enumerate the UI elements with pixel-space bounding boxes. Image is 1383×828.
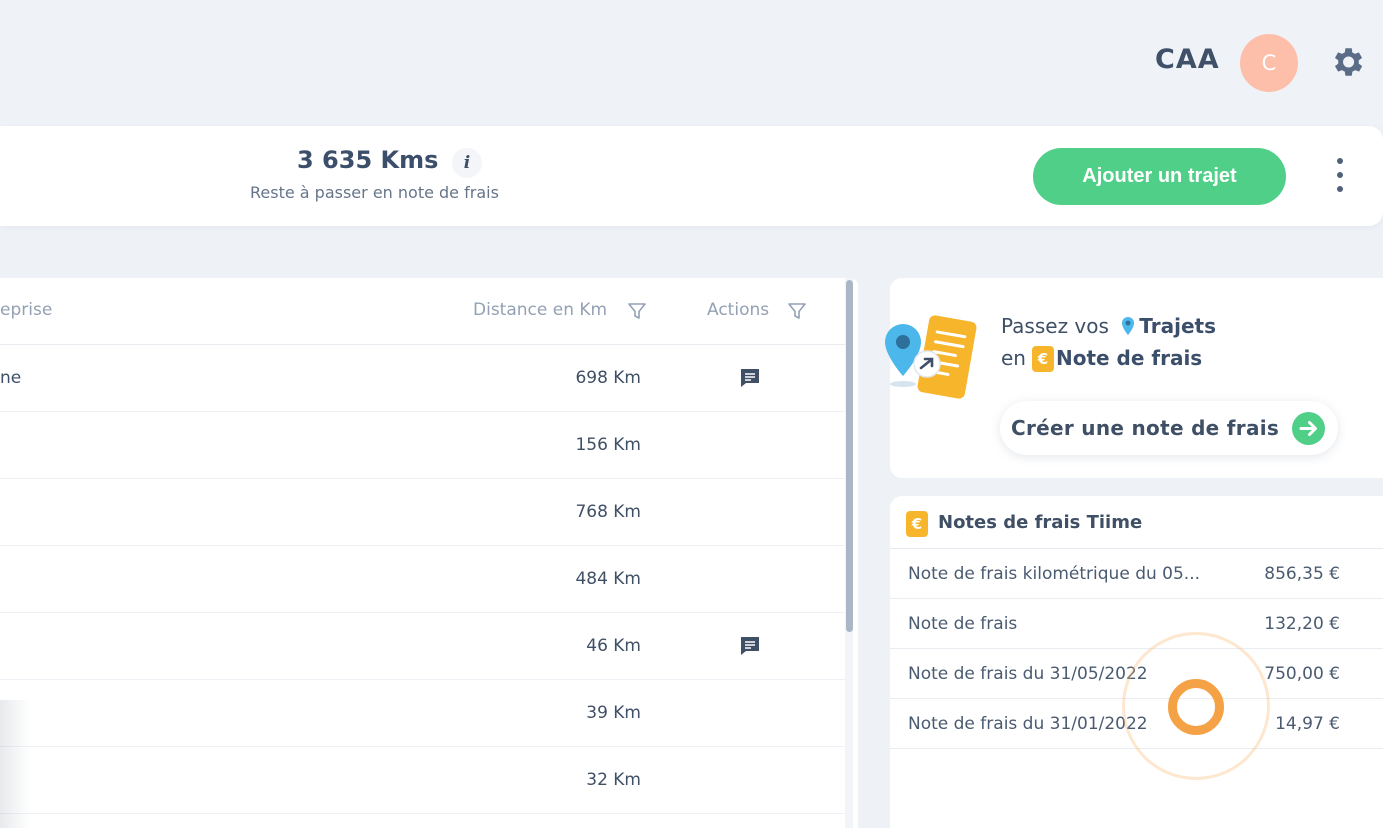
expense-promo-card: Passez vos Trajets en € Note de frais Crée… xyxy=(885,278,1383,478)
add-trip-button[interactable]: Ajouter un trajet xyxy=(1033,148,1286,205)
promo-line-2: en € Note de frais xyxy=(1001,346,1202,372)
column-header-company[interactable]: eprise xyxy=(0,300,52,320)
expense-notes-title: Notes de frais Tiime xyxy=(938,512,1143,533)
comment-icon[interactable] xyxy=(738,366,762,390)
promo-line-1: Passez vos Trajets xyxy=(1001,314,1216,338)
table-row[interactable]: 32 Km xyxy=(0,747,845,814)
gear-icon[interactable] xyxy=(1328,43,1366,81)
company-name[interactable]: CAA xyxy=(1155,44,1220,75)
expense-note-label: Note de frais kilométrique du 05... xyxy=(908,564,1201,584)
column-header-distance[interactable]: Distance en Km xyxy=(473,300,607,320)
row-distance: 46 Km xyxy=(586,636,641,656)
row-distance: 768 Km xyxy=(575,502,641,522)
row-company: ne xyxy=(0,368,22,388)
row-distance: 156 Km xyxy=(575,435,641,455)
location-pin-icon xyxy=(1122,317,1135,335)
promo-expense-label: Note de frais xyxy=(1055,346,1203,370)
table-row[interactable]: 768 Km xyxy=(0,479,845,546)
expense-note-row[interactable]: Note de frais kilométrique du 05... 856,… xyxy=(890,549,1383,599)
row-distance: 698 Km xyxy=(575,368,641,388)
table-row[interactable]: 156 Km xyxy=(0,412,845,479)
row-distance: 32 Km xyxy=(586,770,641,790)
scrollbar-thumb[interactable] xyxy=(846,280,853,632)
expense-note-amount: 856,35 € xyxy=(1264,564,1340,584)
remaining-kms-label: Reste à passer en note de frais xyxy=(250,183,499,202)
filter-icon[interactable] xyxy=(787,301,807,321)
create-expense-report-label: Créer une note de frais xyxy=(1011,416,1280,440)
row-distance: 39 Km xyxy=(586,703,641,723)
promo-text: en xyxy=(1001,346,1026,370)
trips-table: eprise Distance en Km Actions ne 698 Km … xyxy=(0,278,858,828)
table-row[interactable]: 46 Km xyxy=(0,613,845,680)
summary-bar: 3 635 Kms i Reste à passer en note de fr… xyxy=(0,126,1383,226)
expense-note-label: Note de frais xyxy=(908,614,1018,634)
filter-icon[interactable] xyxy=(627,301,647,321)
create-expense-report-button[interactable]: Créer une note de frais xyxy=(1000,401,1338,455)
table-row[interactable]: ne 698 Km xyxy=(0,345,845,412)
click-indicator-dot xyxy=(1168,679,1224,735)
user-avatar[interactable]: C xyxy=(1240,34,1298,92)
kebab-menu-icon[interactable] xyxy=(1328,154,1352,198)
arrow-right-icon xyxy=(1292,412,1325,445)
promo-text: Passez vos xyxy=(1001,314,1109,338)
expense-note-amount: 750,00 € xyxy=(1264,664,1340,684)
table-row[interactable]: 484 Km xyxy=(0,546,845,613)
top-header: CAA C xyxy=(0,0,1383,125)
euro-icon: € xyxy=(1031,346,1054,372)
comment-icon[interactable] xyxy=(738,634,762,658)
row-distance: 484 Km xyxy=(575,569,641,589)
remaining-kms: 3 635 Kms xyxy=(297,146,439,174)
receipt-illustration-icon xyxy=(885,315,977,399)
promo-trips-label: Trajets xyxy=(1139,314,1216,338)
table-row[interactable]: 39 Km xyxy=(0,680,845,747)
euro-icon: € xyxy=(906,511,928,537)
expense-note-amount: 14,97 € xyxy=(1275,714,1340,734)
expense-note-amount: 132,20 € xyxy=(1264,614,1340,634)
column-header-actions: Actions xyxy=(707,300,770,320)
info-button[interactable]: i xyxy=(452,148,482,178)
edge-shadow xyxy=(0,700,30,828)
expense-note-row[interactable]: Note de frais 132,20 € xyxy=(890,599,1383,649)
